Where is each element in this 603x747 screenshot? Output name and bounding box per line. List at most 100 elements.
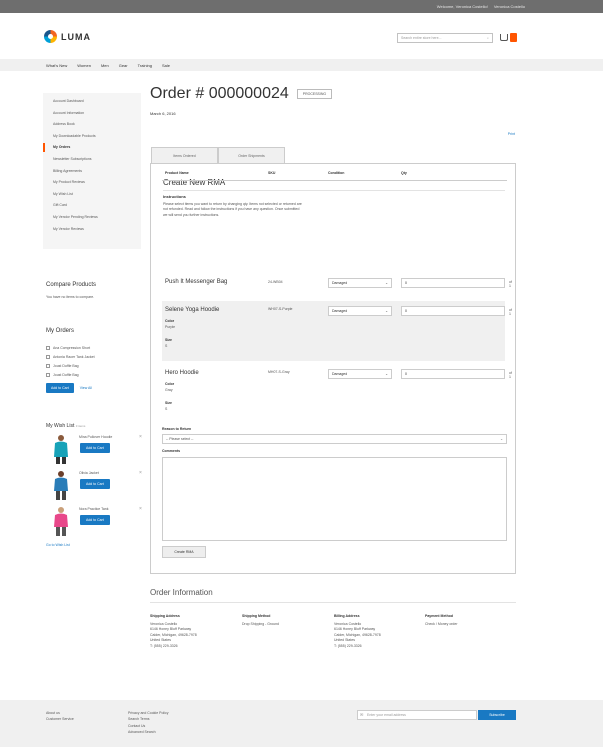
product-thumbnail[interactable] — [49, 505, 73, 537]
condition-select[interactable]: Damaged ⌄ — [328, 278, 392, 288]
nav-item-gear[interactable]: Gear — [119, 63, 128, 68]
wishlist-item: Nora Practice Tank × Add to Cart — [46, 505, 146, 537]
qty-input[interactable]: 0 — [401, 369, 505, 379]
comments-textarea[interactable] — [162, 457, 507, 541]
tab-items-ordered[interactable]: Items Ordered — [151, 147, 218, 164]
compare-products-block: Compare Products You have no items to co… — [46, 282, 96, 299]
option-label: Size — [165, 401, 173, 405]
shipping-address-block: Shipping Address Veronica Costello 6146 … — [150, 614, 197, 648]
footer-link-customer-service[interactable]: Customer Service — [46, 716, 74, 722]
order-tabs: Items Ordered Order Shipments — [151, 147, 285, 164]
qty-max: of 1 — [509, 308, 512, 316]
sidebar-item-vendor-reviews[interactable]: My Vendor Reviews — [43, 224, 141, 236]
sidebar-item-product-reviews[interactable]: My Product Reviews — [43, 177, 141, 189]
column-header-sku: SKU — [268, 171, 276, 175]
luma-logo[interactable]: LUMA — [44, 30, 91, 43]
order-item-checkbox[interactable] — [46, 354, 50, 359]
remove-icon[interactable]: × — [139, 470, 142, 476]
divider — [150, 602, 516, 603]
chevron-down-icon: ⌄ — [385, 309, 388, 313]
add-to-cart-button[interactable]: Add to Cart — [80, 443, 110, 453]
sidebar-item-account-dashboard[interactable]: Account Dashboard — [43, 96, 141, 108]
tab-order-shipments[interactable]: Order Shipments — [218, 147, 285, 164]
option-label: Color — [165, 319, 175, 323]
table-row: Selene Yoga Hoodie WH07-S-Purple Damaged… — [162, 301, 512, 361]
sidebar-item-newsletter[interactable]: Newsletter Subscriptions — [43, 154, 141, 166]
product-name: Push It Messenger Bag — [165, 279, 228, 285]
shipping-method-block: Shipping Method Drop Shipping - Ground — [242, 614, 279, 626]
product-sku: 24-WB04 — [268, 280, 283, 284]
my-orders-title: My Orders — [46, 328, 75, 334]
wishlist-item-name[interactable]: Mina Pullover Hoodie — [79, 435, 112, 439]
wishlist-item-name[interactable]: Olivia Jacket — [79, 471, 99, 475]
qty-max: of 1 — [509, 280, 512, 288]
divider — [163, 190, 505, 191]
sidebar-item-my-orders[interactable]: My Orders — [43, 142, 141, 154]
nav-item-women[interactable]: Women — [77, 63, 91, 68]
wishlist-item: Mina Pullover Hoodie × Add to Cart — [46, 433, 146, 465]
wishlist-item: Olivia Jacket × Add to Cart — [46, 469, 146, 501]
nav-item-sale[interactable]: Sale — [162, 63, 170, 68]
remove-icon[interactable]: × — [139, 506, 142, 512]
list-item: Antonia Racer Tank Jacket — [46, 352, 144, 361]
sidebar-item-downloadable-products[interactable]: My Downloadable Products — [43, 131, 141, 143]
view-all-link[interactable]: View All — [80, 386, 92, 390]
footer-link-advanced-search[interactable]: Advanced Search — [128, 729, 168, 735]
account-switch-link[interactable]: Veronica Costello — [494, 4, 525, 9]
product-thumbnail[interactable] — [49, 433, 73, 465]
comments-label: Comments — [162, 449, 181, 453]
add-to-cart-button[interactable]: Add to Cart — [80, 515, 110, 525]
main-navigation: What's New Women Men Gear Training Sale — [0, 59, 603, 71]
print-link[interactable]: Print — [508, 132, 515, 136]
remove-icon[interactable]: × — [139, 434, 142, 440]
condition-select[interactable]: Damaged ⌄ — [328, 369, 392, 379]
create-rma-button[interactable]: Create RMA — [162, 546, 206, 558]
product-sku: WH07-S-Purple — [268, 307, 293, 311]
sidebar-item-vendor-pending-reviews[interactable]: My Vendor Pending Reviews — [43, 212, 141, 224]
order-item-checkbox[interactable] — [46, 372, 50, 377]
cart-icon[interactable] — [500, 34, 508, 41]
option-value: S — [165, 407, 168, 411]
chevron-down-icon: ⌄ — [385, 281, 388, 285]
sidebar-item-address-book[interactable]: Address Book — [43, 119, 141, 131]
order-date: March 6, 2016 — [150, 111, 176, 116]
top-bar: Welcome, Veronica Costello! Veronica Cos… — [0, 0, 603, 13]
product-thumbnail[interactable] — [49, 469, 73, 501]
option-value: Purple — [165, 325, 176, 329]
nav-item-training[interactable]: Training — [138, 63, 152, 68]
sidebar-item-wish-list[interactable]: My Wish List — [43, 189, 141, 201]
newsletter-email-input[interactable]: Enter your email address — [357, 710, 477, 720]
reason-select[interactable]: -- Please select -- ⌄ — [162, 434, 507, 444]
nav-item-whats-new[interactable]: What's New — [46, 63, 67, 68]
search-placeholder: Search entire store here... — [401, 36, 442, 40]
chevron-down-icon: ⌄ — [500, 437, 503, 441]
logo-text: LUMA — [61, 31, 91, 42]
cart-counter-badge — [510, 33, 517, 42]
column-header-product-name: Product Name — [165, 171, 189, 175]
sidebar-item-gift-card[interactable]: Gift Card — [43, 200, 141, 212]
order-item-checkbox[interactable] — [46, 345, 50, 350]
sidebar-item-billing-agreements[interactable]: Billing Agreements — [43, 166, 141, 178]
product-sku: MH07-S-Gray — [268, 370, 290, 374]
option-value: Gray — [165, 388, 173, 392]
condition-select[interactable]: Damaged ⌄ — [328, 306, 392, 316]
my-orders-block: My Orders Ana Compression Short Antonia … — [46, 328, 144, 393]
wishlist-item-name[interactable]: Nora Practice Tank — [79, 507, 109, 511]
payment-method-block: Payment Method Check / Money order — [425, 614, 458, 626]
qty-input[interactable]: 0 — [401, 306, 505, 316]
subscribe-button[interactable]: Subscribe — [478, 710, 516, 720]
add-to-cart-button[interactable]: Add to Cart — [80, 479, 110, 489]
nav-item-men[interactable]: Men — [101, 63, 109, 68]
go-to-wishlist-link[interactable]: Go to Wish List — [46, 543, 146, 547]
sidebar-item-account-information[interactable]: Account Information — [43, 108, 141, 120]
qty-input[interactable]: 0 — [401, 278, 505, 288]
compare-title: Compare Products — [46, 282, 97, 288]
product-name: Selene Yoga Hoodie — [165, 307, 220, 313]
wishlist-count: 3 items — [75, 424, 86, 428]
add-to-cart-button[interactable]: Add to Cart — [46, 383, 74, 393]
page-title: Order # 000000024 — [150, 85, 289, 102]
search-input[interactable]: Search entire store here... ⌕ — [397, 33, 493, 43]
search-icon[interactable]: ⌕ — [487, 36, 489, 40]
minicart[interactable] — [500, 33, 517, 42]
order-item-checkbox[interactable] — [46, 363, 50, 368]
